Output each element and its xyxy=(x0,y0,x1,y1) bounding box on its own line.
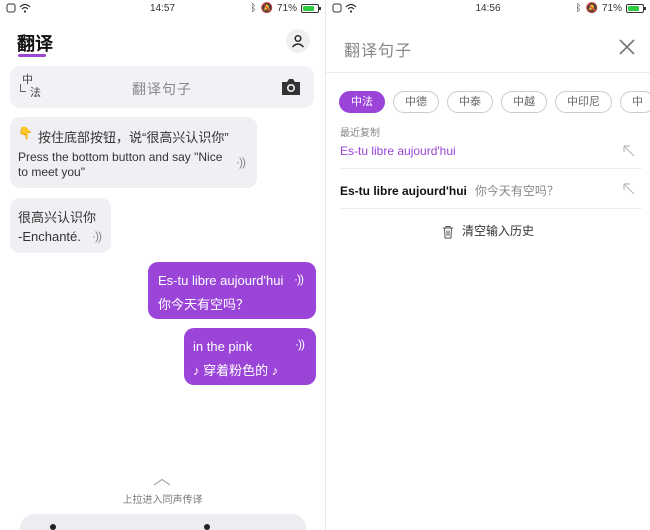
hand-point-icon: 👇 xyxy=(18,126,33,140)
message-translation: ♪ 穿着粉色的 ♪ xyxy=(193,363,279,378)
translate-search-screen: 14:56 ᛒ 🔕 71% 翻译句子 中法 中德 中泰 中越 中印尼 中 最近复… xyxy=(325,0,650,530)
history-source: Es-tu libre aujourd'hui xyxy=(340,184,467,198)
chip-zh-th[interactable]: 中泰 xyxy=(447,91,493,113)
chip-zh-de[interactable]: 中德 xyxy=(393,91,439,113)
close-icon[interactable] xyxy=(616,36,638,58)
trash-icon xyxy=(442,225,453,239)
divider xyxy=(340,208,642,209)
recent-copied-item[interactable]: Es-tu libre aujourd'hui xyxy=(326,132,650,172)
mute-icon: 🔕 xyxy=(585,3,598,14)
message-source: 很高兴认识你 xyxy=(18,210,97,225)
chevron-up-icon xyxy=(153,478,171,486)
speaker-icon[interactable]: ·)) xyxy=(92,229,102,243)
search-placeholder: 翻译句子 xyxy=(132,81,192,97)
history-item[interactable]: Es-tu libre aujourd'hui 你今天有空吗？ xyxy=(326,170,650,210)
mic-icon[interactable] xyxy=(50,524,56,530)
history-translation: 你今天有空吗？ xyxy=(474,184,559,198)
battery-icon xyxy=(301,4,321,13)
chip-zh-id[interactable]: 中印尼 xyxy=(555,91,612,113)
recent-copied-text: Es-tu libre aujourd'hui xyxy=(340,144,456,158)
bluetooth-icon: ᛒ xyxy=(250,3,257,14)
clear-history-button[interactable]: 清空输入历史 xyxy=(326,222,650,239)
instruction-translation-line1: Press the bottom button and say "Nice xyxy=(18,150,223,164)
camera-icon[interactable] xyxy=(280,77,302,97)
instruction-bubble: 👇 按住底部按钮，说“很高兴认识你” Press the bottom butt… xyxy=(10,117,257,188)
battery-icon xyxy=(626,4,646,13)
header-divider xyxy=(326,72,650,73)
instruction-text: 按住底部按钮，说“很高兴认识你” xyxy=(38,130,229,145)
arrow-up-left-icon[interactable] xyxy=(622,144,636,158)
translate-chat-screen: 14:57 ᛒ 🔕 71% 翻译 中 法 翻译句子 👇 按住底部按钮，说“很高兴… xyxy=(0,0,325,530)
chip-zh-vi[interactable]: 中越 xyxy=(501,91,547,113)
search-bar[interactable]: 中 法 翻译句子 xyxy=(10,66,314,108)
search-input[interactable]: 翻译句子 xyxy=(344,37,412,61)
message-source: in the pink xyxy=(193,339,253,354)
chat-bubble-sent: in the pink ♪ 穿着粉色的 ♪ ·)) xyxy=(184,328,316,385)
user-icon xyxy=(291,35,305,48)
mute-icon: 🔕 xyxy=(260,3,273,14)
app-title: 翻译 xyxy=(17,34,53,54)
profile-button[interactable] xyxy=(286,29,310,53)
battery-percent: 71% xyxy=(276,3,297,14)
language-pair-chips: 中法 中德 中泰 中越 中印尼 中 xyxy=(339,91,650,115)
divider xyxy=(340,168,642,169)
chat-bubble-received: 很高兴认识你 -Enchanté. ·)) xyxy=(10,198,111,253)
chip-more[interactable]: 中 xyxy=(620,91,650,113)
bluetooth-icon: ᛒ xyxy=(575,3,582,14)
message-translation: -Enchanté. xyxy=(18,229,81,244)
title-underline xyxy=(18,54,46,57)
instruction-translation-line2: to meet you" xyxy=(18,165,85,179)
message-source: Es-tu libre aujourd'hui xyxy=(158,273,284,288)
speaker-icon[interactable]: ·)) xyxy=(294,272,304,286)
speaker-icon[interactable]: ·)) xyxy=(236,155,246,169)
message-translation: 你今天有空吗？ xyxy=(158,297,250,312)
mic-icon[interactable] xyxy=(204,524,210,530)
speaker-icon[interactable]: ·)) xyxy=(295,337,305,351)
chat-bubble-sent: Es-tu libre aujourd'hui 你今天有空吗？ ·)) xyxy=(148,262,316,319)
arrow-up-left-icon[interactable] xyxy=(622,182,636,196)
voice-input-bar[interactable] xyxy=(20,514,306,530)
status-bar: 14:57 ᛒ 🔕 71% xyxy=(0,0,325,18)
status-bar: 14:56 ᛒ 🔕 71% xyxy=(326,0,650,18)
chip-zh-fr[interactable]: 中法 xyxy=(339,91,385,113)
pull-up-hint[interactable]: 上拉进入同声传译 xyxy=(0,491,325,506)
battery-percent: 71% xyxy=(601,3,622,14)
clear-history-label: 清空输入历史 xyxy=(461,224,534,238)
